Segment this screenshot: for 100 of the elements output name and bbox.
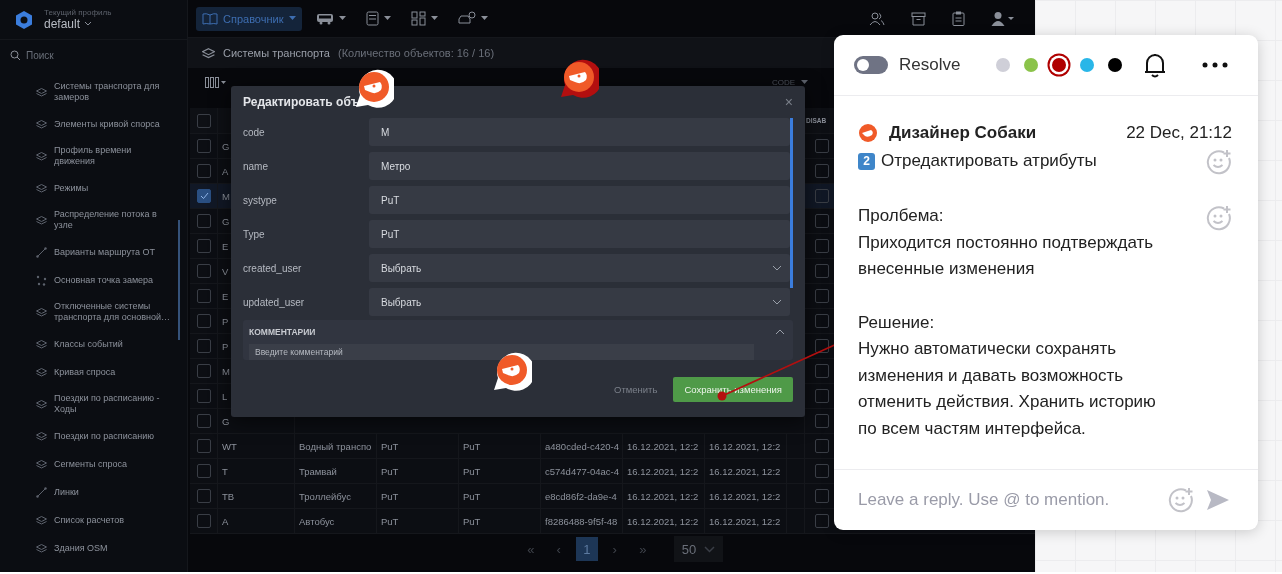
checkbox[interactable]	[815, 189, 829, 203]
input-field[interactable]: M	[369, 118, 790, 146]
field-label: created_user	[243, 262, 303, 274]
sidebar-item[interactable]: Отключенные системы транспорта для основной…	[0, 294, 187, 330]
checkbox[interactable]	[197, 113, 211, 128]
checkbox[interactable]	[197, 489, 211, 503]
sidebar-item[interactable]: Сегменты спроса	[0, 450, 187, 478]
sidebar-item[interactable]: Основная точка замера	[0, 266, 187, 294]
profile-select[interactable]: default	[44, 17, 112, 31]
cancel-button[interactable]: Отменить	[608, 382, 664, 396]
clipboard-icon[interactable]	[952, 11, 965, 26]
caret-icon	[383, 16, 391, 21]
checkbox[interactable]	[197, 514, 211, 528]
app-logo	[16, 10, 32, 29]
checkbox[interactable]	[197, 289, 211, 303]
checkbox[interactable]	[815, 514, 829, 528]
layers-icon	[36, 543, 47, 553]
user-icon[interactable]	[991, 11, 1015, 26]
sidebar-item[interactable]: Список расчетов	[0, 506, 187, 534]
scrollbar[interactable]	[790, 118, 793, 288]
input-field[interactable]: PuT	[369, 220, 790, 248]
checkbox[interactable]	[197, 389, 211, 403]
select-field[interactable]: Выбрать	[369, 254, 790, 282]
reply-field[interactable]: Leave a reply. Use @ to mention.	[858, 490, 1156, 510]
send-icon[interactable]	[1206, 489, 1230, 511]
sidebar-item[interactable]: Классы событий	[0, 330, 187, 358]
checkbox[interactable]	[197, 314, 211, 328]
more-icon[interactable]	[1202, 62, 1228, 68]
caret-icon	[430, 16, 438, 21]
select-field[interactable]: Выбрать	[369, 288, 790, 316]
layers-icon	[202, 47, 215, 59]
sidebar-item[interactable]: Кривая спроса	[0, 358, 187, 386]
add-reaction-icon[interactable]	[1206, 149, 1232, 175]
scrollbar[interactable]	[178, 220, 180, 340]
sidebar-item[interactable]: Профиль времени движения	[0, 138, 187, 174]
table-cell-text: G	[221, 415, 230, 427]
checkbox[interactable]	[815, 439, 829, 453]
table-cell-text: G	[221, 140, 230, 152]
input-field[interactable]: PuT	[369, 186, 790, 214]
checkbox[interactable]	[197, 264, 211, 278]
checkbox[interactable]	[815, 414, 829, 428]
collapse-icon[interactable]	[775, 329, 785, 335]
checkbox[interactable]	[815, 264, 829, 278]
checkbox[interactable]	[197, 439, 211, 453]
checkbox[interactable]	[197, 414, 211, 428]
layers-icon	[36, 339, 47, 349]
checkbox[interactable]	[815, 239, 829, 253]
sidebar-item[interactable]: Элементы кривой спорса	[0, 110, 187, 138]
checkbox[interactable]	[815, 339, 829, 353]
checkbox[interactable]	[197, 139, 211, 153]
table-cell-text: P	[221, 315, 229, 327]
page-size-select[interactable]: 50	[673, 536, 724, 562]
checkbox[interactable]	[197, 189, 211, 203]
layers-icon	[36, 151, 47, 161]
checkbox[interactable]	[815, 289, 829, 303]
color-dot[interactable]	[1024, 58, 1038, 72]
comment-field[interactable]: Введите комментарий	[249, 344, 754, 360]
checkbox[interactable]	[197, 214, 211, 228]
sidebar-item[interactable]: Режимы	[0, 174, 187, 202]
checkbox[interactable]	[197, 364, 211, 378]
color-dot[interactable]	[1080, 58, 1094, 72]
sidebar-item[interactable]: Системы транспорта для замеров	[0, 74, 187, 110]
close-button[interactable]: ×	[784, 94, 793, 110]
caret-icon	[288, 16, 296, 21]
checkbox[interactable]	[815, 214, 829, 228]
chevron-icon	[772, 299, 782, 305]
columns-icon[interactable]	[205, 77, 227, 88]
checkbox[interactable]	[815, 364, 829, 378]
input-field[interactable]: Метро	[369, 152, 790, 180]
checkbox[interactable]	[197, 464, 211, 478]
color-dot[interactable]	[996, 58, 1010, 72]
color-dot[interactable]	[1108, 58, 1122, 72]
sidebar-item[interactable]: Линки	[0, 478, 187, 506]
bell-icon[interactable]	[1144, 52, 1166, 78]
checkbox[interactable]	[815, 389, 829, 403]
sidebar-item[interactable]: Поездки по расписанию - Ходы	[0, 386, 187, 422]
sidebar-item[interactable]: Варианты маршрута ОТ	[0, 238, 187, 266]
points-icon	[36, 274, 47, 286]
field-label: code	[243, 126, 266, 138]
add-reaction-icon[interactable]	[1206, 205, 1232, 231]
users-icon[interactable]	[869, 11, 885, 26]
dialog-title: Редактировать объ	[243, 95, 360, 109]
archive-icon[interactable]	[911, 11, 926, 26]
sidebar-item[interactable]: Распределение потока в узле	[0, 202, 187, 238]
table-cell-text: Трамвай	[298, 465, 337, 477]
checkbox[interactable]	[815, 464, 829, 478]
comment-text: Решение: Нужно автоматически сохранять изменения и давать возможность отменить действия. Хранить историю по всем частям интерфейса.	[858, 311, 1157, 440]
sidebar-item[interactable]: Поездки по расписанию	[0, 422, 187, 450]
checkbox[interactable]	[815, 314, 829, 328]
checkbox[interactable]	[197, 339, 211, 353]
checkbox[interactable]	[815, 489, 829, 503]
table-cell-text: e8cd86f2-da9e-4	[544, 490, 617, 502]
checkbox[interactable]	[197, 164, 211, 178]
search-field[interactable]: Поиск	[0, 40, 187, 70]
checkbox[interactable]	[815, 164, 829, 178]
checkbox[interactable]	[815, 139, 829, 153]
checkbox[interactable]	[197, 239, 211, 253]
resolve-toggle[interactable]	[854, 56, 888, 74]
sidebar-item[interactable]: Здания OSM	[0, 534, 187, 562]
add-reaction-icon[interactable]	[1168, 487, 1194, 513]
